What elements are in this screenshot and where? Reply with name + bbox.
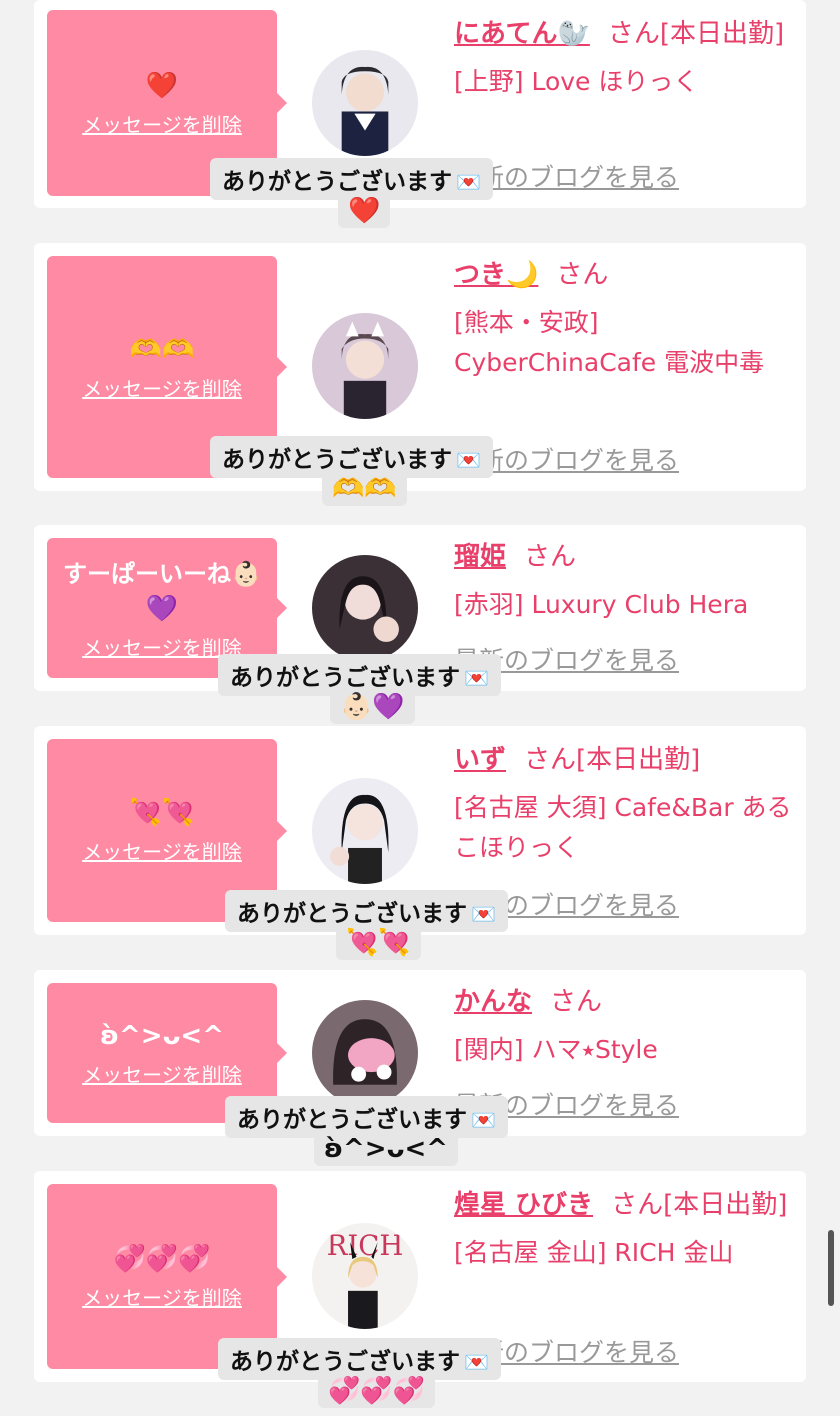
profile-name-link[interactable]: かんな [454, 987, 532, 1017]
shop-name: [熊本・安政] CyberChinaCafe 電波中毒 [454, 308, 765, 377]
love-letter-icon: 💌 [464, 666, 489, 690]
san-suffix: さん [524, 542, 577, 572]
san-suffix: さん [607, 19, 660, 49]
avatar[interactable] [312, 778, 418, 884]
status-badge: [本日出勤] [659, 19, 785, 49]
shop-name: [上野] Love ほりっく [454, 67, 699, 96]
bubble-emoji: ❤️ [145, 70, 179, 101]
avatar[interactable] [312, 50, 418, 156]
status-badge: [本日出勤] [663, 1190, 788, 1220]
profile-info: かんな さん [関内] ハマ⭑Style [454, 980, 799, 1070]
profile-info: いず さん[本日出勤] [名古屋 大須] Cafe&Bar あるこほりっく [454, 738, 799, 868]
reply-text: ありがとうございます [222, 447, 452, 473]
reply-emoji: ❤️ [338, 194, 391, 228]
avatar[interactable]: RICH [312, 1223, 418, 1329]
san-suffix: さん [611, 1190, 664, 1220]
profile-name-link[interactable]: いず [454, 745, 506, 775]
avatar-girl-4-icon [312, 778, 418, 884]
reply-text: ありがとうございます [237, 1107, 467, 1133]
bubble-emoji: 💞💞💞 [113, 1244, 211, 1274]
avatar-girl-1-icon [312, 50, 418, 156]
profile-info: つき🌙 さん [熊本・安政] CyberChinaCafe 電波中毒 [454, 253, 799, 383]
profile-name-link[interactable]: つき🌙 [454, 260, 538, 290]
love-letter-icon: 💌 [471, 1108, 496, 1132]
delete-message-link[interactable]: メッセージを削除 [82, 1059, 242, 1088]
shop-name: [関内] ハマ⭑Style [454, 1035, 658, 1064]
avatar-girl-5-icon [312, 1000, 418, 1106]
shop-name: [名古屋 金山] RICH 金山 [454, 1238, 734, 1267]
avatar-girl-6-icon: RICH [312, 1223, 418, 1329]
avatar[interactable] [312, 555, 418, 661]
delete-message-link[interactable]: メッセージを削除 [82, 373, 242, 402]
reply-emoji: ʚ̀^>ᴗ<^ [314, 1132, 459, 1166]
avatar-girl-3-icon [312, 555, 418, 661]
reply-text: ありがとうございます [222, 169, 452, 195]
avatar[interactable] [312, 313, 418, 419]
profile-name-link[interactable]: 煌星 ひびき [454, 1190, 593, 1220]
shop-name: [名古屋 大須] Cafe&Bar あるこほりっく [454, 793, 792, 862]
reply-text: ありがとうございます [237, 901, 467, 927]
love-letter-icon: 💌 [471, 902, 496, 926]
love-letter-icon: 💌 [464, 1350, 489, 1374]
bubble-message-text: すーぱーいーね👶🏻 [63, 559, 261, 588]
love-letter-icon: 💌 [456, 448, 481, 472]
bubble-emoji: 🫶🫶 [129, 334, 195, 365]
delete-message-link[interactable]: メッセージを削除 [82, 1282, 242, 1311]
profile-info: 煌星 ひびき さん[本日出勤] [名古屋 金山] RICH 金山 [454, 1183, 799, 1273]
shop-name: [赤羽] Luxury Club Hera [454, 590, 749, 619]
san-suffix: さん [550, 987, 603, 1017]
status-badge: [本日出勤] [576, 745, 701, 775]
san-suffix: さん [524, 745, 577, 775]
profile-name-link[interactable]: にあてん🦭 [454, 19, 590, 49]
reply-text: ありがとうございます [230, 665, 460, 691]
profile-name-link[interactable]: 瑠姫 [454, 542, 506, 572]
delete-message-link[interactable]: メッセージを削除 [82, 109, 242, 138]
svg-text:RICH: RICH [327, 1230, 404, 1262]
bubble-emoji: ʚ̀^>ᴗ<^ [99, 1020, 225, 1051]
love-letter-icon: 💌 [456, 170, 481, 194]
reply-emoji: 👶🏻💜 [330, 690, 415, 724]
bubble-emoji: 💜 [145, 593, 179, 624]
reply-emoji: 💞💞💞 [318, 1374, 436, 1408]
avatar[interactable] [312, 1000, 418, 1106]
profile-info: にあてん🦭 さん[本日出勤] [上野] Love ほりっく [454, 12, 799, 102]
reply-emoji: 🫶🫶 [322, 472, 407, 506]
reply-emoji: 💘💘 [336, 926, 421, 960]
bubble-emoji: 💘💘 [129, 798, 195, 828]
profile-info: 瑠姫 さん [赤羽] Luxury Club Hera [454, 535, 799, 625]
reply-text: ありがとうございます [230, 1349, 460, 1375]
scrollbar[interactable] [828, 1230, 834, 1306]
san-suffix: さん [556, 260, 609, 290]
avatar-girl-2-icon [312, 313, 418, 419]
delete-message-link[interactable]: メッセージを削除 [82, 836, 242, 865]
